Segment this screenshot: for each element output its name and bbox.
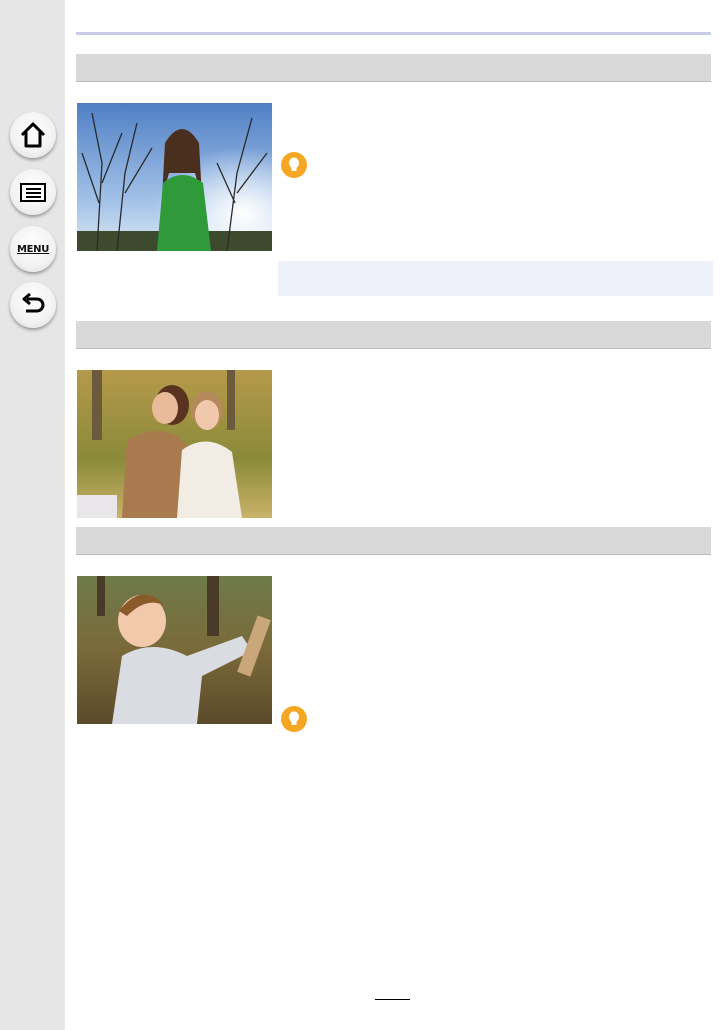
contents-button[interactable] <box>10 169 56 215</box>
sidebar-nav: MENU <box>0 0 65 1030</box>
photo-two-women-park <box>77 370 272 518</box>
section-header-3 <box>76 527 711 555</box>
section-header-1 <box>76 54 711 82</box>
tip-lightbulb-icon <box>281 706 307 732</box>
photo-woman-outdoors <box>77 103 272 251</box>
photo-toddler-park <box>77 576 272 724</box>
back-arrow-icon <box>18 290 48 320</box>
section-header-2 <box>76 321 711 349</box>
header-rule <box>76 32 711 35</box>
note-box <box>278 261 713 296</box>
page-number-underline <box>375 999 410 1000</box>
tip-lightbulb-icon <box>281 152 307 178</box>
home-button[interactable] <box>10 112 56 158</box>
menu-icon: MENU <box>16 243 50 255</box>
back-button[interactable] <box>10 282 56 328</box>
menu-button[interactable]: MENU <box>10 226 56 272</box>
home-icon <box>18 120 48 150</box>
list-icon <box>18 177 48 207</box>
